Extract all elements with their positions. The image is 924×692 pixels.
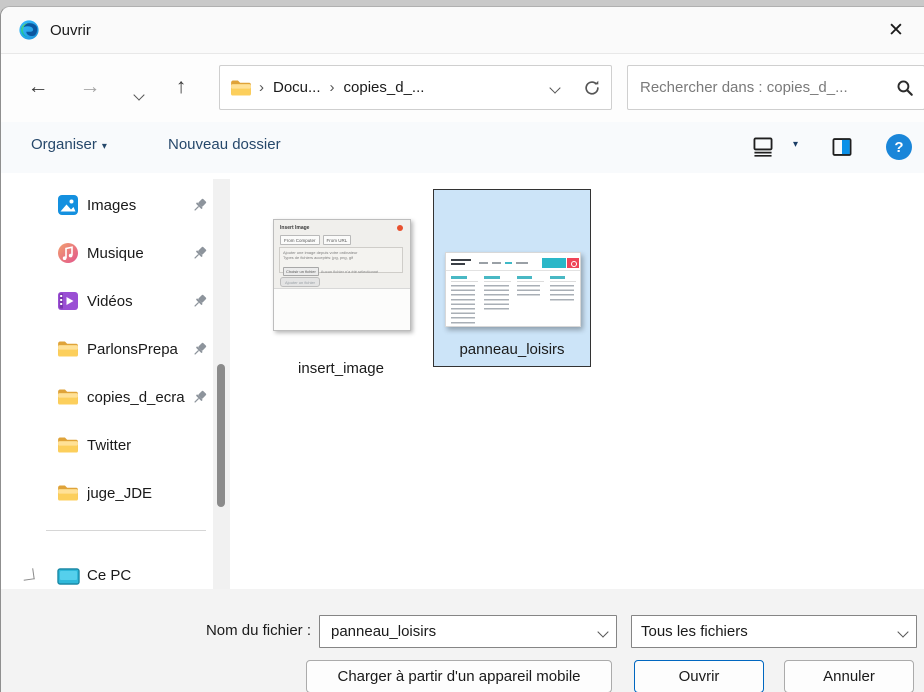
view-mode-icon[interactable] <box>752 136 774 158</box>
music-icon <box>56 241 80 265</box>
preview-empty-area <box>274 288 410 330</box>
preview-link-column <box>451 276 478 325</box>
navigation-toolbar: ← → ↑ › Docu... › copies_d_... <box>1 54 924 122</box>
folder-icon <box>231 80 251 95</box>
panneau-loisirs-thumbnail <box>445 252 581 327</box>
footer: Nom du fichier : Tous les fichiers Charg… <box>1 589 924 692</box>
file-name: panneau_loisirs <box>459 341 565 358</box>
back-button[interactable]: ← <box>23 72 53 102</box>
pin-icon <box>194 342 207 355</box>
sidebar-scrollbar[interactable] <box>213 179 230 595</box>
preview-tab: From URL <box>322 235 352 245</box>
pictures-icon <box>56 193 80 217</box>
insert-image-thumbnail: Insert Image From Computer From URL Ajou… <box>273 219 411 331</box>
refresh-icon[interactable] <box>583 79 601 97</box>
preview-link-column <box>484 276 511 311</box>
expand-chevron-icon[interactable] <box>22 568 35 581</box>
folder-icon <box>56 433 80 457</box>
organiser-caret-icon: ▾ <box>101 141 107 152</box>
sidebar-item-label: Twitter <box>87 436 132 454</box>
edge-logo-icon <box>19 20 39 40</box>
filename-field <box>319 615 617 648</box>
search-box <box>627 65 924 110</box>
preview-add-button: Ajouter un fichier <box>280 277 321 287</box>
title-bar: Ouvrir ✕ <box>1 7 924 54</box>
pin-icon <box>194 198 207 211</box>
preview-link-column <box>517 276 544 298</box>
sidebar-item-videos[interactable]: Vidéos <box>1 277 213 325</box>
folder-icon <box>56 337 80 361</box>
file-item-panneau-loisirs[interactable]: panneau_loisirs <box>433 189 591 367</box>
sidebar-item-musique[interactable]: Musique <box>1 229 213 277</box>
new-folder-button[interactable]: Nouveau dossier <box>168 136 281 153</box>
scrollbar-thumb[interactable] <box>217 364 225 507</box>
sidebar-item-label: juge_JDE <box>87 484 153 502</box>
organiser-menu[interactable]: Organiser ▾ <box>31 136 107 153</box>
breadcrumb-current-folder[interactable]: copies_d_... <box>342 79 427 96</box>
filename-dropdown-chevron[interactable] <box>597 625 609 638</box>
preview-upload-box: Ajouter une image depuis votre ordinateu… <box>279 247 403 276</box>
address-bar[interactable]: › Docu... › copies_d_... <box>219 65 612 110</box>
open-button[interactable]: Ouvrir <box>634 660 764 692</box>
videos-icon <box>56 289 80 313</box>
this-pc-icon <box>56 565 80 589</box>
breadcrumb-documents[interactable]: Docu... <box>271 79 323 96</box>
folder-icon <box>56 481 80 505</box>
sidebar-separator <box>46 530 206 531</box>
window-title: Ouvrir <box>50 21 91 39</box>
filetype-dropdown-chevron <box>897 625 909 638</box>
filetype-select[interactable]: Tous les fichiers <box>631 615 917 648</box>
folder-icon <box>56 385 80 409</box>
pin-icon <box>194 294 207 307</box>
sidebar-item-parlonsprepa[interactable]: ParlonsPrepa <box>1 325 213 373</box>
breadcrumb-separator: › <box>259 79 264 96</box>
sidebar-item-label: Musique <box>87 244 144 262</box>
sidebar-item-label: Images <box>87 196 137 214</box>
preview-link-column <box>550 276 576 303</box>
pin-icon <box>194 390 207 403</box>
mobile-upload-button[interactable]: Charger à partir d'un appareil mobile <box>306 660 612 692</box>
cancel-button[interactable]: Annuler <box>784 660 914 692</box>
file-item-insert-image[interactable]: Insert Image From Computer From URL Ajou… <box>266 209 416 385</box>
sidebar-item-images[interactable]: Images <box>1 181 213 229</box>
view-mode-caret-icon[interactable]: ▾ <box>793 139 798 150</box>
filename-input[interactable] <box>329 622 599 641</box>
pin-icon <box>194 246 207 259</box>
search-input[interactable] <box>638 78 896 97</box>
file-name: insert_image <box>298 360 384 377</box>
filetype-value: Tous les fichiers <box>641 623 748 640</box>
command-bar: Organiser ▾ Nouveau dossier ▾ ? <box>1 122 924 174</box>
preview-navbar <box>446 256 580 271</box>
sidebar-item-label: ParlonsPrepa <box>87 340 178 358</box>
sidebar-item-label: Vidéos <box>87 292 133 310</box>
sidebar-item-label: Ce PC <box>87 567 132 584</box>
main-area: Images Musique Vidéos ParlonsPrepa copie… <box>1 173 924 595</box>
preview-pane-icon[interactable] <box>831 136 853 158</box>
breadcrumb-separator: › <box>329 79 335 96</box>
preview-tab: From Computer <box>280 235 320 245</box>
filename-label: Nom du fichier : <box>205 622 311 639</box>
help-button[interactable]: ? <box>886 134 912 160</box>
sidebar-item-juge-jde[interactable]: juge_JDE <box>1 469 213 517</box>
close-button[interactable]: ✕ <box>882 16 910 44</box>
search-icon[interactable] <box>896 79 914 97</box>
preview-title: Insert Image <box>280 225 310 231</box>
sidebar-item-twitter[interactable]: Twitter <box>1 421 213 469</box>
sidebar-item-label: copies_d_ecra <box>87 388 185 406</box>
sidebar-item-copies-d-ecran[interactable]: copies_d_ecra <box>1 373 213 421</box>
up-button[interactable]: ↑ <box>166 72 196 102</box>
recent-locations-chevron[interactable] <box>124 78 154 108</box>
address-dropdown-chevron[interactable] <box>549 79 561 97</box>
preview-red-dot <box>397 225 403 231</box>
forward-button[interactable]: → <box>75 72 105 102</box>
open-file-dialog: Ouvrir ✕ ← → ↑ › Docu... › copies_d_... <box>0 6 924 692</box>
